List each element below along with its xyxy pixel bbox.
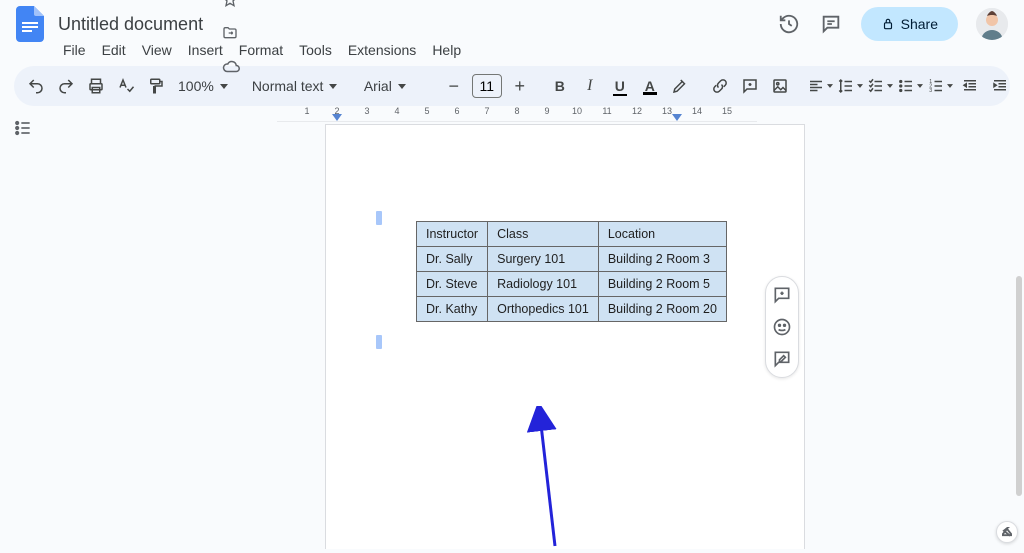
- highlight-button[interactable]: [666, 72, 694, 100]
- line-spacing-button[interactable]: [836, 72, 864, 100]
- menu-format[interactable]: Format: [232, 39, 290, 61]
- font-size-input[interactable]: [472, 74, 502, 98]
- annotation-text: Press Ctrl+C to copy the table: [345, 546, 679, 549]
- vertical-scrollbar[interactable]: [1016, 276, 1022, 496]
- font-size-increase[interactable]: +: [506, 72, 534, 100]
- insert-link-button[interactable]: [706, 72, 734, 100]
- table-row: Dr. Sally Surgery 101 Building 2 Room 3: [417, 247, 727, 272]
- caret-down-icon: [398, 84, 406, 89]
- caret-down-icon: [220, 84, 228, 89]
- font-size-decrease[interactable]: −: [440, 72, 468, 100]
- table-row: Instructor Class Location: [417, 222, 727, 247]
- history-icon[interactable]: [777, 12, 801, 36]
- underline-button[interactable]: U: [606, 72, 634, 100]
- zoom-select[interactable]: 100%: [172, 78, 234, 94]
- toolbar: 100% Normal text Arial − + B I U A 123 E…: [14, 66, 1010, 106]
- selection-marker: [376, 211, 382, 225]
- redo-button[interactable]: [52, 72, 80, 100]
- horizontal-ruler[interactable]: 1 2 3 4 5 6 7 8 9 10 11 12 13 14 15: [277, 106, 757, 122]
- menu-extensions[interactable]: Extensions: [341, 39, 423, 61]
- paint-format-button[interactable]: [142, 72, 170, 100]
- explore-button[interactable]: [996, 521, 1018, 543]
- table-row: Dr. Steve Radiology 101 Building 2 Room …: [417, 272, 727, 297]
- menu-bar: File Edit View Insert Format Tools Exten…: [0, 40, 1024, 66]
- menu-view[interactable]: View: [135, 39, 179, 61]
- bold-button[interactable]: B: [546, 72, 574, 100]
- share-button[interactable]: Share: [861, 7, 958, 41]
- decrease-indent-button[interactable]: [956, 72, 984, 100]
- star-icon[interactable]: [222, 0, 240, 7]
- caret-down-icon: [329, 84, 337, 89]
- side-toolbar: [765, 276, 799, 378]
- insert-comment-button[interactable]: [736, 72, 764, 100]
- table-row: Dr. Kathy Orthopedics 101 Building 2 Roo…: [417, 297, 727, 322]
- indent-marker-right[interactable]: [672, 114, 682, 121]
- add-comment-icon[interactable]: [772, 285, 792, 305]
- spellcheck-button[interactable]: [112, 72, 140, 100]
- undo-button[interactable]: [22, 72, 50, 100]
- menu-help[interactable]: Help: [425, 39, 468, 61]
- print-button[interactable]: [82, 72, 110, 100]
- show-outline-button[interactable]: [9, 114, 37, 142]
- menu-tools[interactable]: Tools: [292, 39, 339, 61]
- bulleted-list-button[interactable]: [896, 72, 924, 100]
- docs-logo[interactable]: [12, 6, 48, 42]
- share-label: Share: [901, 16, 938, 32]
- selection-marker: [376, 335, 382, 349]
- insert-image-button[interactable]: [766, 72, 794, 100]
- align-button[interactable]: [806, 72, 834, 100]
- comments-icon[interactable]: [819, 12, 843, 36]
- increase-indent-button[interactable]: [986, 72, 1014, 100]
- numbered-list-button[interactable]: 123: [926, 72, 954, 100]
- font-select[interactable]: Arial: [358, 78, 428, 94]
- italic-button[interactable]: I: [576, 72, 604, 100]
- document-title-input[interactable]: [52, 12, 222, 37]
- menu-insert[interactable]: Insert: [181, 39, 230, 61]
- account-avatar[interactable]: [976, 8, 1008, 40]
- svg-text:3: 3: [929, 88, 932, 94]
- text-color-button[interactable]: A: [636, 72, 664, 100]
- menu-file[interactable]: File: [56, 39, 93, 61]
- document-page[interactable]: Instructor Class Location Dr. Sally Surg…: [325, 124, 805, 549]
- document-table[interactable]: Instructor Class Location Dr. Sally Surg…: [416, 221, 727, 322]
- emoji-icon[interactable]: [772, 317, 792, 337]
- styles-select[interactable]: Normal text: [246, 78, 346, 94]
- checklist-button[interactable]: [866, 72, 894, 100]
- clear-formatting-button[interactable]: [1016, 72, 1024, 100]
- menu-edit[interactable]: Edit: [95, 39, 133, 61]
- cloud-status-icon[interactable]: [222, 59, 240, 75]
- suggest-edits-icon[interactable]: [772, 349, 792, 369]
